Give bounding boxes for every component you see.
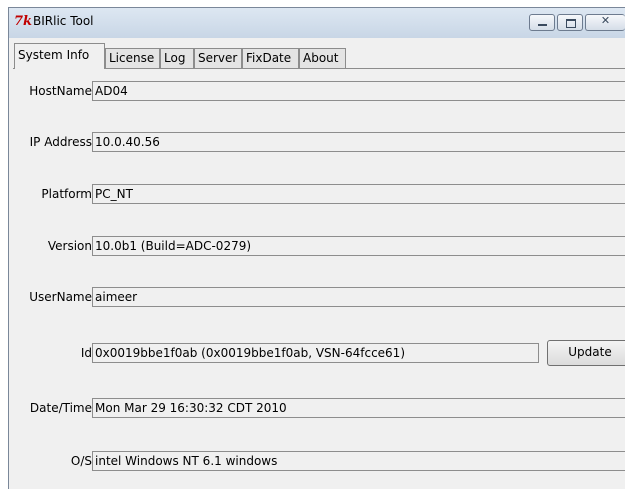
platform-row: Platform PC_NT bbox=[9, 184, 625, 206]
id-row: Id 0x0019bbe1f0ab (0x0019bbe1f0ab, VSN-6… bbox=[9, 340, 625, 366]
tab-system-info[interactable]: System Info bbox=[14, 43, 105, 69]
os-label: O/S bbox=[70, 454, 92, 468]
maximize-button[interactable] bbox=[557, 14, 583, 31]
ip-address-field[interactable]: 10.0.40.56 bbox=[92, 132, 625, 152]
platform-label: Platform bbox=[41, 187, 92, 201]
datetime-row: Date/Time Mon Mar 29 16:30:32 CDT 2010 bbox=[9, 398, 625, 420]
id-label: Id bbox=[80, 346, 92, 360]
tab-fixdate[interactable]: FixDate bbox=[242, 48, 299, 68]
minimize-button[interactable] bbox=[529, 14, 555, 31]
minimize-icon bbox=[538, 24, 547, 26]
version-label: Version bbox=[47, 239, 92, 253]
version-field[interactable]: 10.0b1 (Build=ADC-0279) bbox=[92, 236, 625, 256]
window-title: BIRlic Tool bbox=[33, 14, 94, 28]
username-field[interactable]: aimeer bbox=[92, 287, 625, 307]
hostname-field[interactable]: AD04 bbox=[92, 81, 625, 101]
hostname-label: HostName bbox=[29, 84, 92, 98]
app-window: 7k BIRlic Tool ✕ System Info License Log… bbox=[8, 7, 625, 489]
close-button[interactable]: ✕ bbox=[585, 14, 625, 31]
datetime-label: Date/Time bbox=[29, 401, 92, 415]
username-row: UserName aimeer bbox=[9, 287, 625, 309]
ip-address-label: IP Address bbox=[29, 135, 92, 149]
ip-address-row: IP Address 10.0.40.56 bbox=[9, 132, 625, 154]
close-icon: ✕ bbox=[600, 14, 611, 27]
maximize-icon bbox=[566, 19, 576, 28]
update-button[interactable]: Update bbox=[547, 340, 625, 366]
tab-server[interactable]: Server bbox=[194, 48, 242, 68]
os-row: O/S intel Windows NT 6.1 windows bbox=[9, 451, 625, 473]
tab-license[interactable]: License bbox=[105, 48, 160, 68]
title-bar[interactable]: 7k BIRlic Tool ✕ bbox=[9, 8, 625, 38]
tab-log[interactable]: Log bbox=[160, 48, 194, 68]
os-field[interactable]: intel Windows NT 6.1 windows bbox=[92, 451, 625, 471]
tk-feather-icon: 7k bbox=[14, 14, 33, 29]
version-row: Version 10.0b1 (Build=ADC-0279) bbox=[9, 236, 625, 258]
hostname-row: HostName AD04 bbox=[9, 81, 625, 103]
tab-about[interactable]: About bbox=[299, 48, 346, 68]
platform-field[interactable]: PC_NT bbox=[92, 184, 625, 204]
username-label: UserName bbox=[29, 290, 92, 304]
id-field[interactable]: 0x0019bbe1f0ab (0x0019bbe1f0ab, VSN-64fc… bbox=[92, 343, 539, 363]
datetime-field[interactable]: Mon Mar 29 16:30:32 CDT 2010 bbox=[92, 398, 625, 418]
